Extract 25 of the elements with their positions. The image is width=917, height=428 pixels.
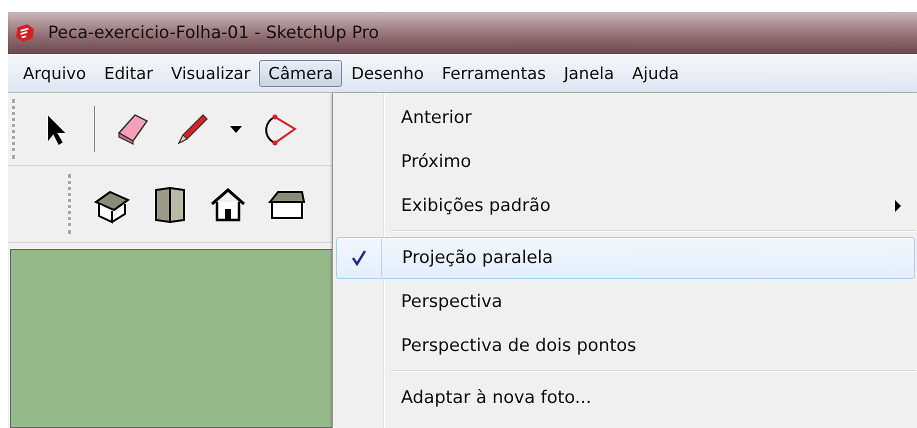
menu-item-label: Perspectiva de dois pontos [401, 336, 638, 356]
menu-bar-item[interactable]: Editar [95, 60, 162, 86]
window-title: Peca-exercicio-Folha-01 - SketchUp Pro [48, 23, 379, 43]
caret-icon[interactable] [229, 124, 243, 134]
menu-bar-item[interactable]: Arquivo [14, 60, 96, 86]
menu-item[interactable]: Anterior [336, 97, 915, 139]
menu-item[interactable]: Projeção paralela [336, 237, 915, 279]
menu-item-label: Projeção paralela [402, 248, 554, 268]
menu-item[interactable]: Perspectiva de dois pontos [336, 325, 915, 367]
menu-bar-item[interactable]: Câmera [259, 60, 342, 86]
menu-item-label: Perspectiva [401, 292, 504, 312]
menu-bar-item[interactable]: Ajuda [623, 60, 688, 86]
menu-bar-item[interactable]: Desenho [342, 60, 433, 86]
menu-bar-item[interactable]: Janela [554, 60, 624, 86]
menu-item[interactable]: Exibições padrão [336, 185, 915, 227]
menu-item-label: Anterior [401, 108, 473, 128]
menu-item[interactable]: Perspectiva [336, 281, 915, 323]
app-logo-icon [14, 22, 36, 44]
menu-item-label: Exibições padrão [401, 196, 552, 216]
menu-item[interactable]: Próximo [336, 141, 915, 183]
menu-bar-item[interactable]: Visualizar [162, 60, 260, 86]
menu-item[interactable]: Adaptar à nova foto... [336, 377, 915, 419]
menu-bar-item[interactable]: Ferramentas [432, 60, 555, 86]
menu-item-label: Adaptar à nova foto... [401, 388, 592, 408]
menu-item-label: Próximo [401, 152, 472, 172]
